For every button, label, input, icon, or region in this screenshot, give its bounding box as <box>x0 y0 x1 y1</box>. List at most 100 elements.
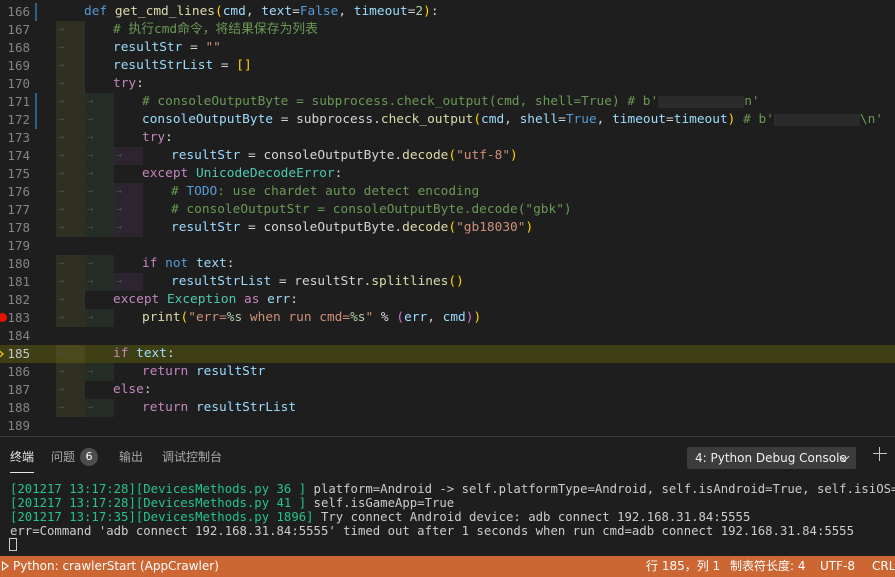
terminal-select-label: 4: Python Debug Console <box>695 451 847 465</box>
status-eol[interactable]: CRLF <box>872 556 895 577</box>
code-token: = <box>558 112 566 127</box>
code-token: text <box>195 256 227 271</box>
tab-output[interactable]: 输出 <box>119 449 143 465</box>
line-number[interactable]: 185 <box>0 345 30 363</box>
code-text: # 执行cmd命令，将结果保存为列表 <box>113 21 318 39</box>
status-tab-size[interactable]: 制表符长度: 4 <box>730 556 806 577</box>
line-number[interactable]: 173 <box>0 129 30 147</box>
line-number[interactable]: 169 <box>0 57 30 75</box>
code-token: : <box>143 382 152 397</box>
code-editor[interactable]: 166 def get_cmd_lines(cmd, text=False, ti… <box>0 0 895 436</box>
code-line[interactable]: 187 → else: <box>0 381 895 399</box>
code-line[interactable]: 172 → → consoleOutputByte = subprocess.chec… <box>0 111 895 129</box>
line-number[interactable]: 166 <box>0 3 30 21</box>
code-token: ( <box>448 148 457 163</box>
tab-whitespace-arrow: → <box>58 294 65 305</box>
tab-whitespace-arrow: → <box>116 186 123 197</box>
redacted-text <box>658 95 745 108</box>
code-text: # TODO: use chardet auto detect encoding <box>171 183 479 201</box>
status-encoding[interactable]: UTF-8 <box>820 556 855 577</box>
line-number[interactable]: 172 <box>0 111 30 129</box>
code-line[interactable]: 186 → → return resultStr <box>0 363 895 381</box>
code-line[interactable]: 178 → → → resultStr = consoleOutputByte.deco… <box>0 219 895 237</box>
tab-whitespace-arrow: → <box>58 258 65 269</box>
code-token: decode <box>402 220 449 235</box>
line-number[interactable]: 171 <box>0 93 30 111</box>
line-number[interactable]: 174 <box>0 147 30 165</box>
line-number[interactable]: 186 <box>0 363 30 381</box>
code-token: # consoleOutputByte = subprocess.check_o… <box>142 94 659 109</box>
line-number[interactable]: 178 <box>0 219 30 237</box>
terminal-output[interactable]: [201217 13:17:28][DevicesMethods.py 36 ]… <box>10 482 895 538</box>
code-line[interactable]: 166 def get_cmd_lines(cmd, text=False, ti… <box>0 3 895 21</box>
code-token: = <box>666 112 674 127</box>
tab-debug-console[interactable]: 调试控制台 <box>162 449 222 465</box>
debug-run-icon[interactable] <box>2 561 9 571</box>
line-number[interactable]: 184 <box>0 327 30 345</box>
code-token: # 执行cmd命令，将结果保存为列表 <box>113 22 318 37</box>
status-debug-config[interactable]: Python: crawlerStart (AppCrawler) <box>13 556 219 577</box>
code-token: () <box>448 274 464 289</box>
code-token: = consoleOutputByte. <box>240 220 403 235</box>
code-line[interactable]: 174 → → → resultStr = consoleOutputByte.deco… <box>0 147 895 165</box>
line-number[interactable]: 175 <box>0 165 30 183</box>
code-line[interactable]: 168 → resultStr = "" <box>0 39 895 57</box>
code-text: resultStr = "" <box>113 39 221 57</box>
line-number[interactable]: 183 <box>0 309 30 327</box>
code-line[interactable]: 171 → → # consoleOutputByte = subprocess.ch… <box>0 93 895 111</box>
code-line[interactable]: 170 → try: <box>0 75 895 93</box>
line-number[interactable]: 181 <box>0 273 30 291</box>
code-line[interactable]: 180 → → if not text: <box>0 255 895 273</box>
line-number[interactable]: 188 <box>0 399 30 417</box>
tab-whitespace-arrow: → <box>58 186 65 197</box>
code-line[interactable]: 179 <box>0 237 895 255</box>
code-line[interactable]: 167 → # 执行cmd命令，将结果保存为列表 <box>0 21 895 39</box>
code-token: \n' <box>859 112 884 127</box>
tab-whitespace-arrow: → <box>58 96 65 107</box>
redacted-text <box>773 113 860 126</box>
code-line[interactable]: 173 → → try: <box>0 129 895 147</box>
code-token: False <box>299 4 339 19</box>
code-line[interactable]: 185 → if text: <box>0 345 895 363</box>
status-cursor-position[interactable]: 行 185，列 1 <box>646 556 720 577</box>
line-number[interactable]: 167 <box>0 21 30 39</box>
line-number[interactable]: 177 <box>0 201 30 219</box>
tab-whitespace-arrow: → <box>58 312 65 323</box>
code-token: # <box>171 184 187 199</box>
code-text: except UnicodeDecodeError: <box>142 165 342 183</box>
code-text: except Exception as err: <box>113 291 298 309</box>
tab-problems[interactable]: 问题 <box>51 449 75 465</box>
line-number[interactable]: 182 <box>0 291 30 309</box>
code-token: resultStr <box>171 220 241 235</box>
line-number[interactable]: 180 <box>0 255 30 273</box>
line-number[interactable]: 168 <box>0 39 30 57</box>
line-number[interactable]: 176 <box>0 183 30 201</box>
line-number[interactable]: 170 <box>0 75 30 93</box>
code-line[interactable]: 169 → resultStrList = [] <box>0 57 895 75</box>
code-line[interactable]: 176 → → → # TODO: use chardet auto detect en… <box>0 183 895 201</box>
code-text: resultStrList = [] <box>113 57 252 75</box>
code-token: Exception <box>166 292 237 307</box>
line-number[interactable]: 189 <box>0 417 30 435</box>
line-number[interactable]: 187 <box>0 381 30 399</box>
code-line[interactable]: 184 <box>0 327 895 345</box>
tab-terminal[interactable]: 终端 <box>10 449 35 473</box>
code-token: consoleOutputByte <box>142 112 273 127</box>
code-line[interactable]: 183 → → print("err=%s when run cmd=%s" % (e… <box>0 309 895 327</box>
tab-whitespace-arrow: → <box>58 114 65 125</box>
code-text: if text: <box>113 345 175 363</box>
new-terminal-plus-icon[interactable] <box>872 446 888 462</box>
line-number[interactable]: 179 <box>0 237 30 255</box>
code-token: except <box>113 292 167 307</box>
code-line[interactable]: 188 → → return resultStrList <box>0 399 895 417</box>
terminal-select-dropdown[interactable]: 4: Python Debug Console <box>687 447 856 469</box>
tab-whitespace-arrow: → <box>87 258 94 269</box>
code-line[interactable]: 189 <box>0 417 895 435</box>
code-token: err <box>267 292 291 307</box>
code-line[interactable]: 181 → → → resultStrList = resultStr.splitlin… <box>0 273 895 291</box>
code-line[interactable]: 182 → except Exception as err: <box>0 291 895 309</box>
code-token: TODO <box>186 184 218 199</box>
code-token: else <box>113 382 144 397</box>
code-line[interactable]: 177 → → → # consoleOutputStr = consoleOutput… <box>0 201 895 219</box>
code-line[interactable]: 175 → → except UnicodeDecodeError: <box>0 165 895 183</box>
